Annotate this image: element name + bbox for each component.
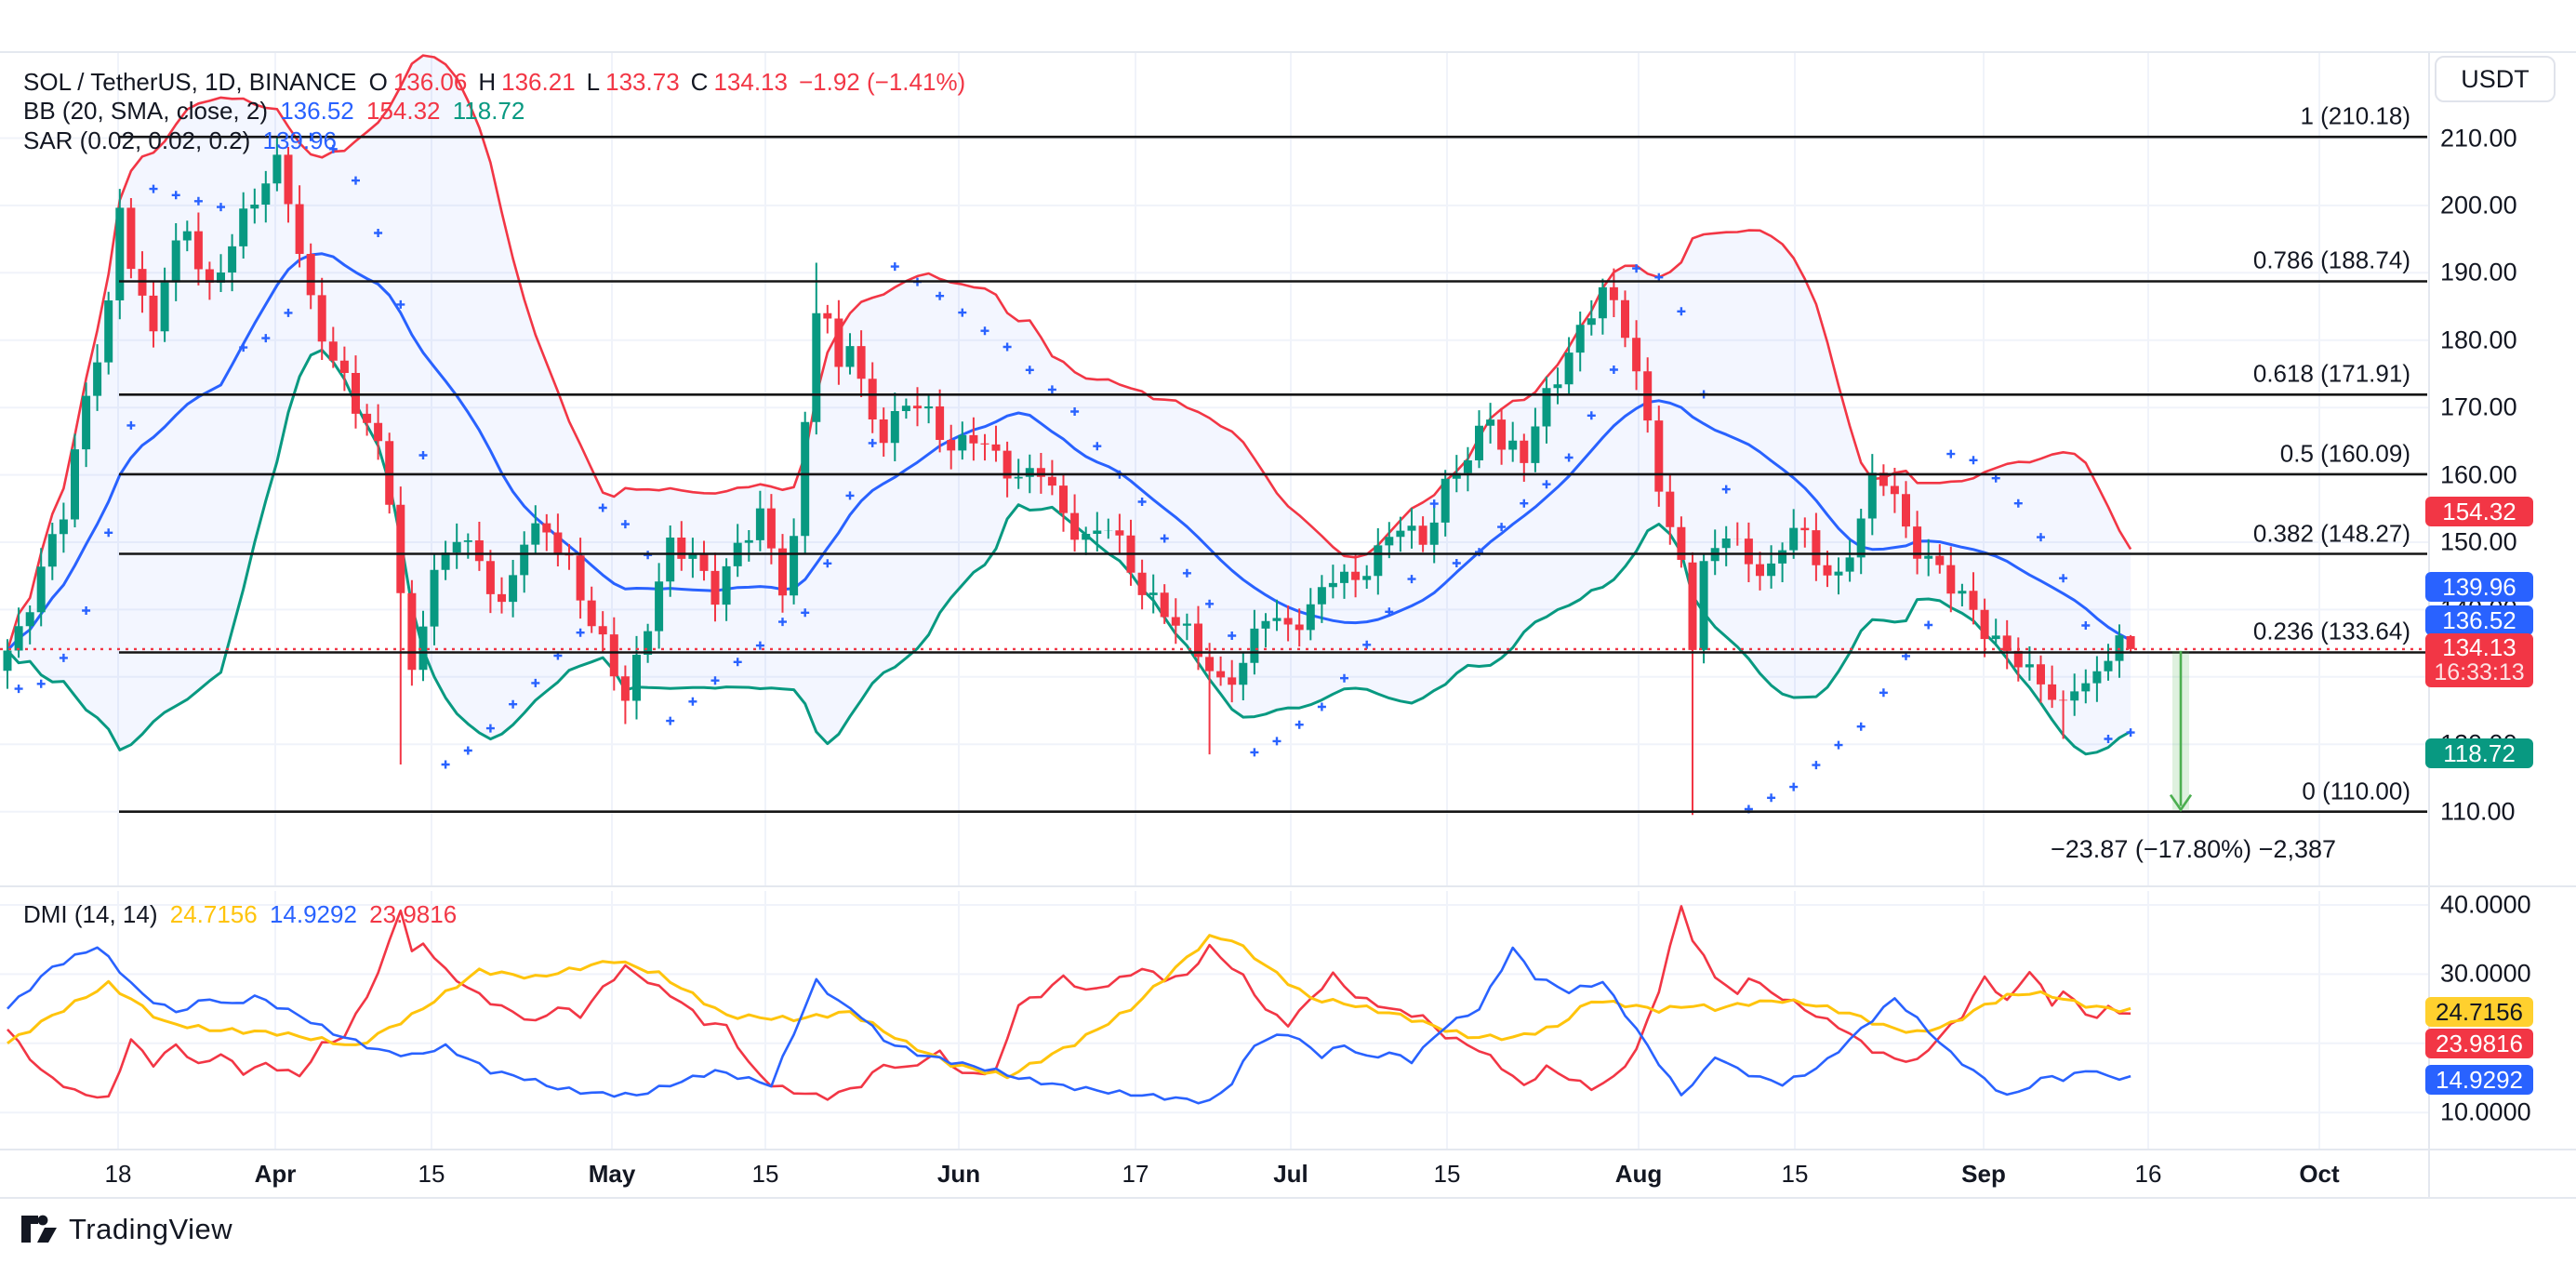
sar-legend-row[interactable]: SAR (0.02, 0.02, 0.2) 139.96 [23, 126, 342, 154]
dmi-minus-di-value: 23.9816 [369, 900, 457, 928]
bb-legend-label: BB (20, SMA, close, 2) [23, 97, 268, 125]
dmi-tick-10: 10.0000 [2440, 1098, 2531, 1127]
bb-upper-value: 154.32 [366, 97, 441, 125]
time-tick-15: 15 [752, 1159, 779, 1189]
price-badge-136.52: 136.52 [2425, 605, 2533, 635]
time-tick-may: May [589, 1159, 636, 1189]
sar-legend-label: SAR (0.02, 0.02, 0.2) [23, 126, 250, 154]
price-tick-180: 180.00 [2440, 326, 2517, 354]
ohlc-l: L133.73 [587, 68, 685, 96]
change-value: −1.92 (−1.41%) [799, 68, 965, 96]
time-tick-15: 15 [1782, 1159, 1809, 1189]
price-badge-134.13: 134.1316:33:13 [2425, 633, 2533, 687]
time-tick-16: 16 [2135, 1159, 2162, 1189]
symbol-title: SOL / TetherUS, 1D, BINANCE [23, 68, 356, 96]
bb-basis-value: 136.52 [280, 97, 354, 125]
price-badge-154.32: 154.32 [2425, 497, 2533, 526]
dmi-tick-40: 40.0000 [2440, 891, 2531, 920]
time-tick-aug: Aug [1615, 1159, 1663, 1189]
symbol-legend-row[interactable]: SOL / TetherUS, 1D, BINANCE O136.06H136.… [23, 68, 971, 96]
time-tick-15: 15 [418, 1159, 445, 1189]
fib-level-label-5: 0.236 (133.64) [2253, 618, 2410, 646]
time-tick-sep: Sep [1961, 1159, 2006, 1189]
time-tick-oct: Oct [2299, 1159, 2339, 1189]
price-tick-170: 170.00 [2440, 393, 2517, 422]
price-tick-190: 190.00 [2440, 259, 2517, 287]
dmi-badge-14.9292: 14.9292 [2425, 1065, 2533, 1095]
dmi-badge-23.9816: 23.9816 [2425, 1029, 2533, 1058]
measure-annotation: −23.87 (−17.80%) −2,387 [2051, 835, 2311, 864]
price-tick-200: 200.00 [2440, 191, 2517, 219]
time-tick-17: 17 [1122, 1159, 1149, 1189]
time-tick-apr: Apr [255, 1159, 297, 1189]
sar-value: 139.96 [262, 126, 337, 154]
price-tick-160: 160.00 [2440, 460, 2517, 489]
bb-lower-value: 118.72 [453, 97, 525, 125]
dmi-legend-row[interactable]: DMI (14, 14) 24.7156 14.9292 23.9816 [23, 900, 462, 928]
dmi-legend-label: DMI (14, 14) [23, 900, 158, 928]
dmi-adx-value: 24.7156 [170, 900, 258, 928]
dmi-tick-30: 30.0000 [2440, 960, 2531, 989]
dmi-plus-di-value: 14.9292 [270, 900, 357, 928]
fib-level-label-0: 1 (210.18) [2300, 102, 2410, 131]
tradingview-footer[interactable]: TradingView [19, 1209, 232, 1250]
bb-legend-row[interactable]: BB (20, SMA, close, 2) 136.52 154.32 118… [23, 97, 530, 125]
dmi-badge-24.7156: 24.7156 [2425, 997, 2533, 1027]
tradingview-brand-text: TradingView [69, 1213, 232, 1246]
time-tick-18: 18 [105, 1159, 132, 1189]
fib-level-label-2: 0.618 (171.91) [2253, 360, 2410, 389]
fib-level-label-4: 0.382 (148.27) [2253, 519, 2410, 548]
time-tick-15: 15 [1434, 1159, 1461, 1189]
time-tick-jun: Jun [937, 1159, 980, 1189]
ohlc-h: H136.21 [478, 68, 580, 96]
price-tick-150: 150.00 [2440, 528, 2517, 557]
price-tick-210: 210.00 [2440, 124, 2517, 153]
candlestick-chart-canvas[interactable] [0, 0, 2576, 1263]
ohlc-c: C134.13 [691, 68, 793, 96]
price-badge-139.96: 139.96 [2425, 572, 2533, 602]
time-tick-jul: Jul [1273, 1159, 1308, 1189]
fib-level-label-3: 0.5 (160.09) [2280, 439, 2410, 468]
fib-level-label-1: 0.786 (188.74) [2253, 246, 2410, 275]
currency-toggle-button[interactable]: USDT [2435, 56, 2556, 102]
fib-level-label-6: 0 (110.00) [2302, 777, 2410, 805]
tradingview-chart-page: BeInCrypto1 published on TradingView.com… [0, 0, 2576, 1263]
tradingview-logo-icon [19, 1212, 58, 1247]
price-badge-118.72: 118.72 [2425, 738, 2533, 768]
price-tick-110: 110.00 [2440, 797, 2516, 826]
ohlc-o: O136.06 [369, 68, 473, 96]
